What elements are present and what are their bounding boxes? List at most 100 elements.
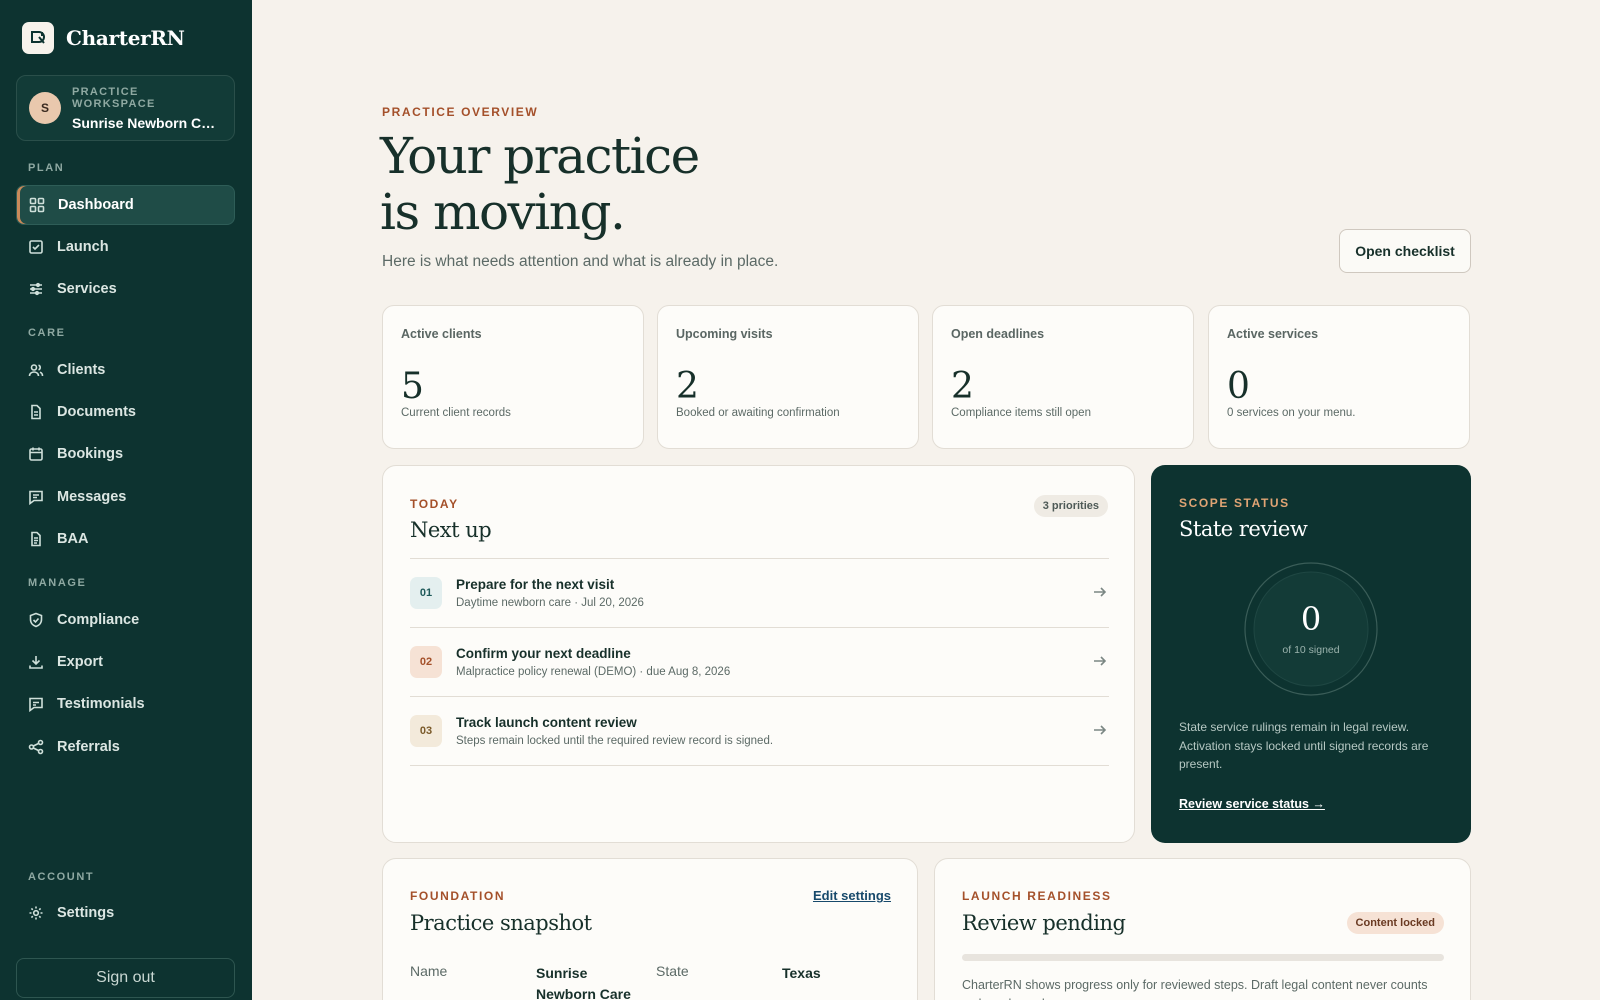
page-title-line-2: is moving.: [380, 183, 626, 241]
sidebar-item-referrals[interactable]: Referrals: [16, 727, 235, 767]
task-meta: Malpractice policy renewal (DEMO) · due …: [456, 666, 731, 678]
sidebar-item-compliance[interactable]: Compliance: [16, 600, 235, 640]
calendar-icon: [28, 446, 44, 462]
stat-card-active-clients: Active clients 5 Current client records: [382, 305, 644, 449]
task-number: 02: [410, 646, 442, 678]
main-content: PRACTICE OVERVIEW Your practice is movin…: [252, 0, 1600, 1000]
task-row[interactable]: 03 Track launch content review Steps rem…: [410, 697, 1109, 766]
sidebar-item-export[interactable]: Export: [16, 642, 235, 682]
nav-section-care: CARE: [28, 327, 66, 339]
arrow-right-icon: [1093, 585, 1107, 604]
checkbox-icon: [28, 239, 44, 255]
sidebar-item-dashboard[interactable]: Dashboard: [16, 185, 235, 225]
practice-snapshot-card: FOUNDATION Practice snapshot Edit settin…: [382, 858, 918, 1000]
arrow-right-icon: [1093, 723, 1107, 742]
stat-label: Active clients: [401, 327, 482, 341]
sidebar: CharterRN S PRACTICE WORKSPACE Sunrise N…: [0, 0, 252, 1000]
sidebar-item-baa[interactable]: BAA: [16, 519, 235, 559]
users-icon: [28, 362, 44, 378]
sidebar-item-label: Referrals: [57, 739, 120, 755]
file-icon: [28, 531, 44, 547]
stat-label: Open deadlines: [951, 327, 1045, 341]
share-icon: [28, 739, 44, 755]
nav-section-manage: MANAGE: [28, 577, 87, 589]
stat-description: Compliance items still open: [951, 407, 1091, 419]
stat-card-open-deadlines: Open deadlines 2 Compliance items still …: [932, 305, 1194, 449]
grid-icon: [29, 197, 45, 213]
readiness-description: CharterRN shows progress only for review…: [962, 978, 1428, 1000]
sidebar-item-label: Services: [57, 281, 117, 297]
stat-value: 0: [1227, 366, 1250, 407]
task-title: Track launch content review: [456, 715, 637, 730]
document-icon: [28, 404, 44, 420]
shield-check-icon: [28, 612, 44, 628]
stat-label: Active services: [1227, 327, 1319, 341]
sidebar-item-label: Clients: [57, 362, 106, 378]
task-row[interactable]: 01 Prepare for the next visit Daytime ne…: [410, 559, 1109, 628]
sign-out-button[interactable]: Sign out: [16, 958, 235, 998]
workspace-kicker: PRACTICE WORKSPACE: [72, 85, 156, 110]
sidebar-item-bookings[interactable]: Bookings: [16, 434, 235, 474]
quote-icon: [28, 696, 44, 712]
snapshot-title: Practice snapshot: [410, 911, 592, 935]
sidebar-item-label: BAA: [57, 531, 89, 547]
sidebar-item-label: Export: [57, 654, 103, 670]
brand-name: CharterRN: [66, 26, 185, 50]
task-number: 03: [410, 715, 442, 747]
scope-status-card: SCOPE STATUS State review 0 of 10 signed…: [1151, 465, 1471, 843]
signed-caption: of 10 signed: [1282, 644, 1340, 656]
task-title: Prepare for the next visit: [456, 577, 615, 592]
sidebar-item-services[interactable]: Services: [16, 269, 235, 309]
stat-card-active-services: Active services 0 0 services on your men…: [1208, 305, 1470, 449]
stat-value: 5: [401, 366, 424, 407]
message-icon: [28, 489, 44, 505]
stat-value: 2: [676, 366, 699, 407]
readiness-kicker: LAUNCH READINESS: [962, 889, 1112, 903]
sidebar-item-label: Documents: [57, 404, 136, 420]
priorities-badge: 3 priorities: [1033, 495, 1108, 517]
task-meta: Steps remain locked until the required r…: [456, 735, 774, 747]
sidebar-item-launch[interactable]: Launch: [16, 227, 235, 267]
sidebar-item-label: Testimonials: [57, 696, 145, 712]
readiness-title: Review pending: [962, 911, 1126, 935]
scope-title: State review: [1179, 517, 1308, 541]
state-value: Texas: [782, 965, 821, 981]
state-label: State: [656, 963, 689, 979]
workspace-switcher[interactable]: S PRACTICE WORKSPACE Sunrise Newborn Car…: [16, 75, 235, 141]
sidebar-item-clients[interactable]: Clients: [16, 350, 235, 390]
next-up-title: Next up: [410, 518, 492, 542]
sidebar-item-label: Launch: [57, 239, 109, 255]
task-meta: Daytime newborn care · Jul 20, 2026: [456, 597, 644, 609]
task-row[interactable]: 02 Confirm your next deadline Malpractic…: [410, 628, 1109, 697]
nav-section-plan: PLAN: [28, 162, 65, 174]
name-label: Name: [410, 963, 448, 979]
task-number: 01: [410, 577, 442, 609]
sidebar-item-label: Compliance: [57, 612, 140, 628]
sliders-icon: [28, 281, 44, 297]
open-checklist-button[interactable]: Open checklist: [1339, 229, 1471, 273]
sidebar-item-label: Bookings: [57, 446, 124, 462]
sidebar-item-settings[interactable]: Settings: [16, 893, 235, 933]
task-list: 01 Prepare for the next visit Daytime ne…: [410, 558, 1109, 766]
page-title-line-1: Your practice: [380, 127, 700, 185]
next-up-kicker: TODAY: [410, 497, 459, 511]
sidebar-item-messages[interactable]: Messages: [16, 477, 235, 517]
edit-settings-link[interactable]: Edit settings: [813, 888, 891, 903]
nav-section-account: ACCOUNT: [28, 871, 95, 883]
sidebar-item-documents[interactable]: Documents: [16, 392, 235, 432]
workspace-name: Sunrise Newborn Care: [72, 114, 222, 131]
launch-readiness-card: LAUNCH READINESS Review pending Content …: [934, 858, 1471, 1000]
stat-description: 0 services on your menu.: [1227, 407, 1356, 419]
logo-icon: [22, 22, 54, 54]
review-service-status-link[interactable]: Review service status →: [1179, 797, 1325, 811]
page-kicker: PRACTICE OVERVIEW: [382, 105, 539, 119]
scope-description: State service rulings remain in legal re…: [1179, 720, 1429, 771]
gear-icon: [28, 905, 44, 921]
brand[interactable]: CharterRN: [22, 22, 185, 54]
sidebar-item-label: Dashboard: [58, 197, 134, 213]
download-icon: [28, 654, 44, 670]
arrow-right-icon: [1093, 654, 1107, 673]
stat-label: Upcoming visits: [676, 327, 773, 341]
sidebar-item-testimonials[interactable]: Testimonials: [16, 684, 235, 724]
stat-description: Booked or awaiting confirmation: [676, 407, 840, 419]
